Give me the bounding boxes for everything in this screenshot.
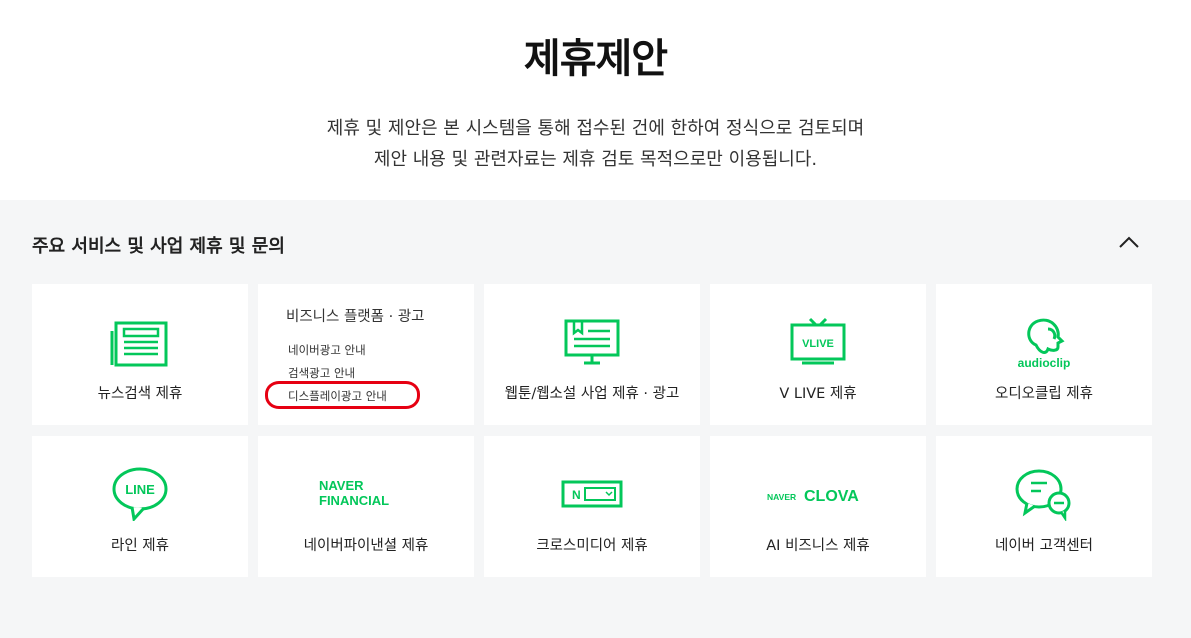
page-description: 제휴 및 제안은 본 시스템을 통해 접수된 건에 한하여 정식으로 검토되며 … (0, 113, 1191, 175)
search-ads-link[interactable]: 검색광고 안내 (288, 365, 355, 381)
section-title: 주요 서비스 및 사업 제휴 및 문의 (32, 236, 285, 257)
card-label: 오디오클립 제휴 (995, 386, 1093, 402)
financial-logo-line1: NAVER (319, 478, 364, 493)
naver-ads-link[interactable]: 네이버광고 안내 (288, 342, 366, 358)
card-crossmedia[interactable]: N 크로스미디어 제휴 (484, 436, 700, 577)
card-label: 네이버 고객센터 (995, 538, 1093, 554)
card-naver-financial[interactable]: NAVER FINANCIAL 네이버파이낸셜 제휴 (258, 436, 474, 577)
card-webtoon[interactable]: 웹툰/웹소설 사업 제휴 · 광고 (484, 284, 700, 425)
crossmedia-logo-text: N (572, 488, 581, 502)
description-line-1: 제휴 및 제안은 본 시스템을 통해 접수된 건에 한하여 정식으로 검토되며 (326, 118, 865, 139)
card-customer-center[interactable]: 네이버 고객센터 (936, 436, 1152, 577)
card-label: 뉴스검색 제휴 (97, 386, 183, 402)
line-bubble-icon: LINE (32, 466, 248, 522)
vlive-logo-text: VLIVE (802, 338, 834, 350)
card-label: 크로스미디어 제휴 (536, 538, 648, 554)
naver-clova-logo: NAVER CLOVA (710, 466, 926, 522)
business-platform-title: 비즈니스 플랫폼 · 광고 (286, 309, 425, 325)
description-line-2: 제안 내용 및 관련자료는 제휴 검토 목적으로만 이용됩니다. (373, 149, 818, 170)
clova-logo-big: CLOVA (804, 488, 859, 505)
monitor-book-icon (484, 314, 700, 370)
card-label: AI 비즈니스 제휴 (766, 538, 870, 554)
page-title: 제휴제안 (523, 36, 668, 82)
partnership-panel: 주요 서비스 및 사업 제휴 및 문의 뉴스검색 제휴 비즈니스 플랫폼 · 광… (0, 200, 1191, 638)
card-line[interactable]: LINE 라인 제휴 (32, 436, 248, 577)
page-header: 제휴제안 제휴 및 제안은 본 시스템을 통해 접수된 건에 한하여 정식으로 … (0, 0, 1191, 200)
chevron-up-icon (1119, 236, 1139, 248)
card-label: V LIVE 제휴 (779, 386, 857, 402)
card-news-search[interactable]: 뉴스검색 제휴 (32, 284, 248, 425)
crossmedia-icon: N (484, 466, 700, 522)
clova-logo-small: NAVER (767, 492, 796, 502)
card-audioclip[interactable]: audioclip 오디오클립 제휴 (936, 284, 1152, 425)
audioclip-icon: audioclip (936, 314, 1152, 370)
line-logo-text: LINE (125, 482, 155, 497)
audioclip-logo-text: audioclip (1018, 356, 1071, 370)
card-vlive[interactable]: VLIVE V LIVE 제휴 (710, 284, 926, 425)
naver-financial-logo: NAVER FINANCIAL (258, 466, 474, 522)
card-label: 웹툰/웹소설 사업 제휴 · 광고 (504, 386, 680, 402)
card-ai-business[interactable]: NAVER CLOVA AI 비즈니스 제휴 (710, 436, 926, 577)
financial-logo-line2: FINANCIAL (319, 493, 389, 508)
collapse-button[interactable] (1114, 230, 1144, 256)
card-label: 네이버파이낸셜 제휴 (303, 538, 429, 554)
card-business-platform: 비즈니스 플랫폼 · 광고 네이버광고 안내 검색광고 안내 디스플레이광고 안… (258, 284, 474, 425)
highlight-annotation (265, 381, 420, 409)
vlive-tv-icon: VLIVE (710, 314, 926, 370)
card-label: 라인 제휴 (111, 538, 169, 554)
newspaper-icon (32, 314, 248, 370)
chat-bubbles-icon (936, 466, 1152, 522)
